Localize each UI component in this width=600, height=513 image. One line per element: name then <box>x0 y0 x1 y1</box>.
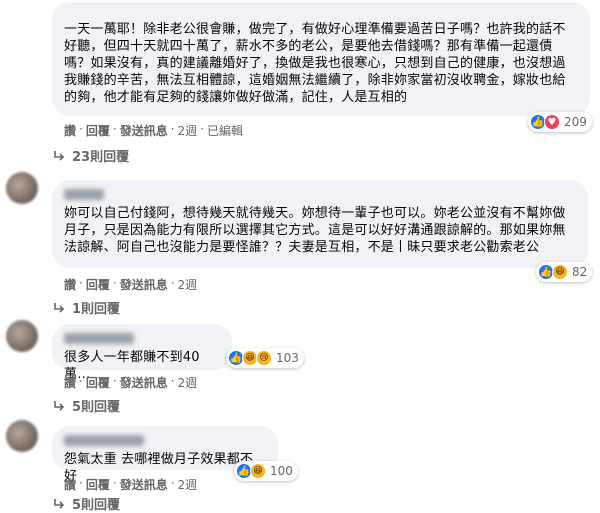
comment-actions: 讚 · 回覆 · 發送訊息 · 2週 <box>64 276 198 293</box>
send-message-link[interactable]: 發送訊息 <box>120 374 168 391</box>
view-replies-link[interactable]: 5則回覆 <box>52 396 120 415</box>
comment-bubble: 妳可以自己付錢阿，想待幾天就待幾天。妳想待一輩子也可以。妳老公並沒有不幫妳做月子… <box>52 180 588 268</box>
timestamp[interactable]: 2週 <box>178 476 198 493</box>
avatar[interactable] <box>6 172 38 204</box>
haha-icon: 😆 <box>552 264 568 280</box>
reaction-count: 103 <box>276 351 299 365</box>
reply-arrow-icon <box>54 498 65 509</box>
author-name[interactable] <box>64 333 134 344</box>
timestamp[interactable]: 2週 <box>178 122 198 139</box>
love-icon: ♥ <box>544 114 560 130</box>
reaction-summary[interactable]: 👍 😆 82 <box>536 262 593 282</box>
edited-label: 已編輯 <box>207 124 244 138</box>
comment-text: 一天一萬耶！除非老公很會賺，做完了，有做好心理準備要過苦日子嗎？也許我的話不好聽… <box>64 22 566 105</box>
reply-arrow-icon <box>54 150 65 161</box>
replies-count: 23則回覆 <box>72 150 130 165</box>
like-link[interactable]: 讚 <box>64 276 76 293</box>
reply-link[interactable]: 回覆 <box>86 476 110 493</box>
avatar[interactable] <box>6 320 38 352</box>
replies-count: 5則回覆 <box>72 498 121 513</box>
haha-icon: 😆 <box>250 463 266 479</box>
like-link[interactable]: 讚 <box>64 374 76 391</box>
author-name[interactable] <box>64 189 104 200</box>
reaction-summary[interactable]: 👍 ♥ 209 <box>528 112 592 132</box>
comment-text: 妳可以自己付錢阿，想待幾天就待幾天。妳想待一輩子也可以。妳老公並沒有不幫妳做月子… <box>64 206 566 255</box>
reaction-count: 82 <box>572 265 588 279</box>
comment-actions: 讚 · 回覆 · 發送訊息 · 2週 <box>64 374 198 391</box>
replies-count: 5則回覆 <box>72 400 121 415</box>
view-replies-link[interactable]: 23則回覆 <box>52 146 129 165</box>
comment-bubble: 很多人一年都賺不到40萬… <box>52 324 232 382</box>
reply-link[interactable]: 回覆 <box>86 122 110 139</box>
reply-arrow-icon <box>54 400 65 411</box>
reaction-summary[interactable]: 👍 😆 😢 103 <box>226 348 304 368</box>
comment-actions: 讚 · 回覆 · 發送訊息 · 2週 · 已編輯 <box>64 122 244 139</box>
view-replies-link[interactable]: 1則回覆 <box>52 298 120 317</box>
reaction-count: 100 <box>270 464 293 478</box>
comment-bubble: 一天一萬耶！除非老公很會賺，做完了，有做好心理準備要過苦日子嗎？也許我的話不好聽… <box>52 2 590 116</box>
reply-arrow-icon <box>54 302 65 313</box>
reply-link[interactable]: 回覆 <box>86 276 110 293</box>
timestamp[interactable]: 2週 <box>178 374 198 391</box>
send-message-link[interactable]: 發送訊息 <box>120 276 168 293</box>
send-message-link[interactable]: 發送訊息 <box>120 122 168 139</box>
view-replies-link[interactable]: 5則回覆 <box>52 494 120 513</box>
reaction-count: 209 <box>564 115 587 129</box>
send-message-link[interactable]: 發送訊息 <box>120 476 168 493</box>
timestamp[interactable]: 2週 <box>178 276 198 293</box>
reply-link[interactable]: 回覆 <box>86 374 110 391</box>
avatar[interactable] <box>6 420 38 452</box>
comment-actions: 讚 · 回覆 · 發送訊息 · 2週 <box>64 476 198 493</box>
replies-count: 1則回覆 <box>72 302 121 317</box>
author-name[interactable] <box>64 435 144 446</box>
like-link[interactable]: 讚 <box>64 476 76 493</box>
reaction-summary[interactable]: 👍 😆 100 <box>234 461 298 481</box>
sad-icon: 😢 <box>256 350 272 366</box>
like-link[interactable]: 讚 <box>64 122 76 139</box>
